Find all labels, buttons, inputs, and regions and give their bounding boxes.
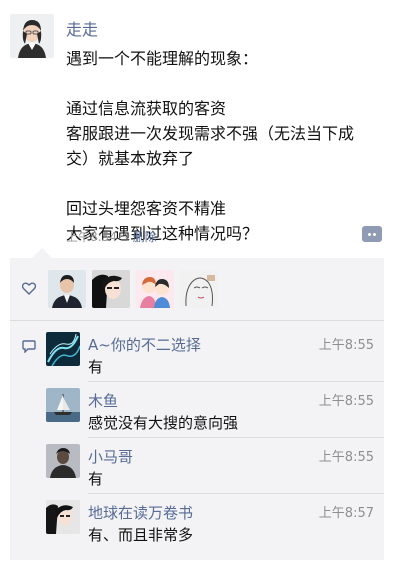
author-avatar[interactable]: [10, 14, 54, 58]
like-avatar[interactable]: [48, 270, 86, 308]
comment-icon: [22, 340, 36, 353]
comment-item[interactable]: A~你的不二选择 上午8:55 有: [44, 326, 384, 382]
panel-arrow: [32, 248, 52, 258]
post-line: 客服跟进一次发现需求不强（无法当下成: [66, 124, 355, 143]
commenter-avatar[interactable]: [46, 500, 80, 534]
commenter-avatar[interactable]: [46, 388, 80, 422]
dot-icon: [373, 232, 376, 236]
interaction-panel: A~你的不二选择 上午8:55 有 木鱼 上午8:55 感觉没有大搜的意向强 小…: [10, 258, 384, 560]
comment-text: 有: [88, 358, 104, 376]
commenter-name[interactable]: 小马哥: [88, 446, 133, 467]
moments-post: 走走 遇到一个不能理解的现象： 通过信息流获取的客资 客服跟进一次发现需求不强（…: [0, 0, 400, 561]
post-line-gap: [66, 171, 388, 196]
post-line: 交）就基本放弃了: [66, 149, 195, 168]
post-time: 上午8:54: [66, 230, 117, 244]
commenter-name[interactable]: A~你的不二选择: [88, 334, 201, 355]
commenter-name[interactable]: 木鱼: [88, 390, 118, 411]
commenter-avatar[interactable]: [46, 332, 80, 366]
post-content: 遇到一个不能理解的现象： 通过信息流获取的客资 客服跟进一次发现需求不强（无法当…: [66, 46, 388, 246]
comment-time: 上午8:55: [318, 338, 374, 353]
post-meta: 上午8:54 删除: [66, 228, 157, 245]
post-author-name[interactable]: 走走: [66, 16, 98, 40]
comment-time: 上午8:57: [318, 506, 374, 521]
likes-divider: [10, 320, 384, 321]
comment-time: 上午8:55: [318, 450, 374, 465]
comment-time: 上午8:55: [318, 394, 374, 409]
comment-item[interactable]: 木鱼 上午8:55 感觉没有大搜的意向强: [44, 382, 384, 438]
comment-item[interactable]: 地球在读万卷书 上午8:57 有、而且非常多: [44, 494, 384, 550]
post-line-gap: [66, 71, 388, 96]
like-avatar[interactable]: [180, 270, 218, 308]
commenter-name[interactable]: 地球在读万卷书: [88, 502, 193, 523]
likes-row: [10, 258, 384, 320]
commenter-avatar[interactable]: [46, 444, 80, 478]
post-line: 遇到一个不能理解的现象：: [66, 49, 259, 68]
comment-text: 感觉没有大搜的意向强: [88, 414, 239, 432]
post-line: 通过信息流获取的客资: [66, 99, 227, 118]
dot-icon: [368, 232, 371, 236]
comment-text: 有、而且非常多: [88, 526, 194, 544]
post-line: 回过头埋怨客资不精准: [66, 199, 227, 218]
like-avatar[interactable]: [92, 270, 130, 308]
delete-link[interactable]: 删除: [133, 230, 157, 244]
comment-menu-button[interactable]: [362, 226, 382, 242]
comment-item[interactable]: 小马哥 上午8:55 有: [44, 438, 384, 494]
like-avatar[interactable]: [136, 270, 174, 308]
heart-icon: [22, 282, 36, 295]
comment-text: 有: [88, 470, 104, 488]
